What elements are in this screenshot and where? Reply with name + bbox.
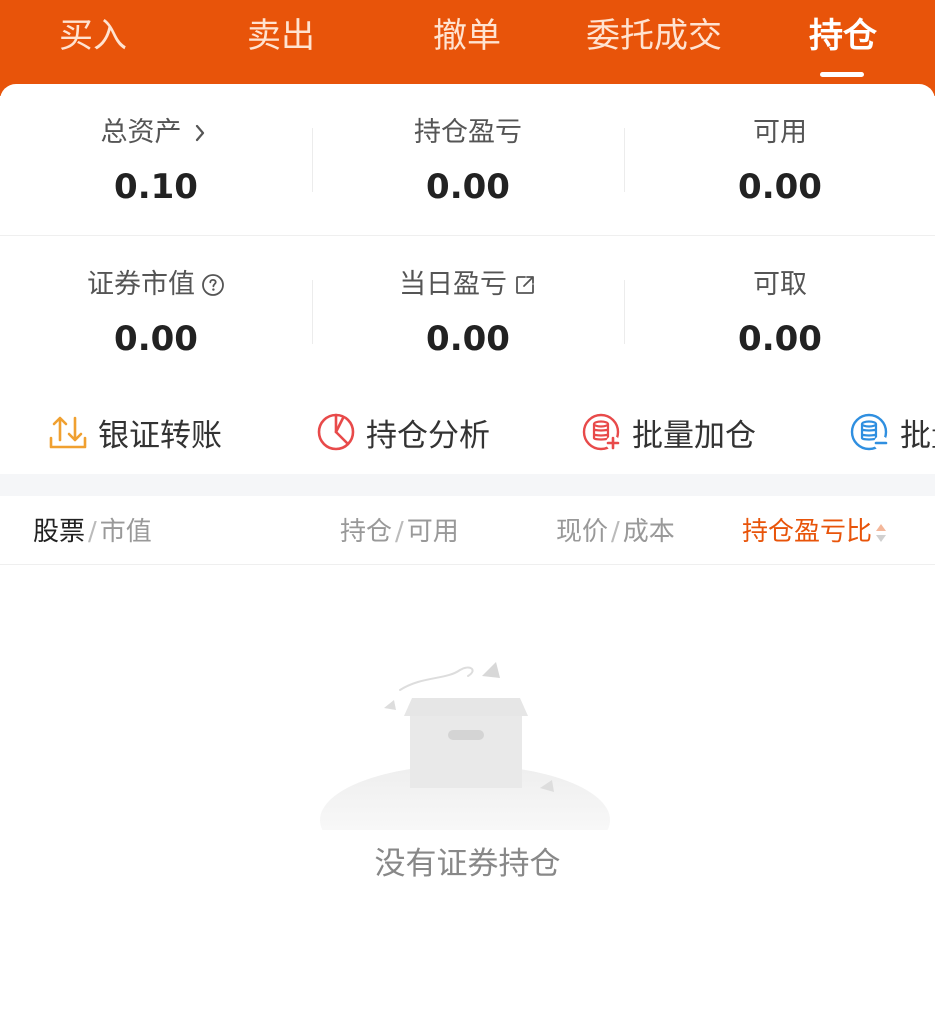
- daily-pnl-value: 0.00: [426, 319, 510, 359]
- tab-cancel-order[interactable]: 撤单: [404, 10, 530, 62]
- table-header-divider: [0, 564, 935, 565]
- total-assets-label: 总资产: [100, 117, 182, 148]
- tab-orders-deals[interactable]: 委托成交: [574, 10, 734, 62]
- row-divider: [0, 235, 935, 236]
- tab-sell[interactable]: 卖出: [218, 10, 344, 62]
- position-analysis-label: 持仓分析: [366, 417, 490, 454]
- batch-reduce-icon: [850, 413, 888, 451]
- position-analysis-button[interactable]: 持仓分析: [316, 410, 490, 454]
- chevron-right-icon: [195, 124, 204, 142]
- col-separator: /: [88, 517, 97, 547]
- position-pnl-label: 持仓盈亏: [414, 117, 522, 148]
- help-circle-icon[interactable]: [201, 273, 225, 297]
- daily-pnl-label: 当日盈亏: [399, 269, 507, 300]
- sort-arrows-icon: [876, 523, 887, 542]
- available-stat: 可用 0.00: [624, 114, 935, 208]
- securities-value-value: 0.00: [114, 319, 198, 359]
- col-stock-label: 股票: [33, 517, 86, 547]
- col-pnl-ratio-sort[interactable]: 持仓盈亏比: [742, 512, 888, 552]
- bank-transfer-button[interactable]: 银证转账: [48, 410, 222, 454]
- col-market-value-label: 市值: [99, 517, 152, 547]
- col-pnl-ratio-label: 持仓盈亏比: [742, 517, 873, 547]
- withdrawable-value: 0.00: [738, 319, 822, 359]
- daily-pnl-label-wrap: 当日盈亏: [399, 266, 537, 304]
- tab-buy[interactable]: 买入: [30, 10, 156, 62]
- col-available-label: 可用: [406, 517, 459, 547]
- daily-pnl-stat: 当日盈亏 0.00: [312, 266, 624, 360]
- available-value: 0.00: [738, 167, 822, 207]
- section-spacer: [0, 474, 935, 496]
- securities-value-label-wrap: 证券市值: [87, 266, 225, 304]
- col-position-label: 持仓: [340, 517, 393, 547]
- withdrawable-stat: 可取 0.00: [624, 266, 935, 360]
- col-price-label: 现价: [556, 517, 609, 547]
- batch-reduce-label: 批量: [900, 417, 935, 454]
- bank-transfer-label: 银证转账: [98, 417, 222, 454]
- total-assets-stat[interactable]: 总资产 0.10: [0, 114, 312, 208]
- top-tab-bar: 买入 卖出 撤单 委托成交 持仓: [0, 0, 935, 96]
- batch-add-icon: [582, 413, 620, 451]
- active-tab-indicator: [820, 72, 864, 77]
- bank-transfer-icon: [49, 416, 87, 449]
- batch-reduce-button[interactable]: 批量: [850, 410, 935, 454]
- col-separator: /: [395, 517, 404, 547]
- position-pnl-stat: 持仓盈亏 0.00: [312, 114, 624, 208]
- pie-chart-icon: [317, 413, 355, 451]
- empty-box-illustration: [320, 662, 610, 830]
- securities-value-label: 证券市值: [87, 269, 195, 300]
- batch-add-button[interactable]: 批量加仓: [582, 410, 756, 454]
- empty-state-message: 没有证券持仓: [374, 846, 561, 882]
- external-link-icon[interactable]: [513, 273, 537, 297]
- total-assets-value: 0.10: [114, 167, 198, 207]
- total-assets-label-wrap: 总资产: [101, 114, 212, 152]
- position-pnl-value: 0.00: [426, 167, 510, 207]
- batch-add-label: 批量加仓: [632, 417, 756, 454]
- available-label: 可用: [753, 117, 807, 148]
- col-price-cost[interactable]: 现价 / 成本: [556, 512, 675, 552]
- securities-value-stat: 证券市值 0.00: [0, 266, 312, 360]
- withdrawable-label: 可取: [753, 269, 807, 300]
- col-cost-label: 成本: [622, 517, 675, 547]
- col-position-available[interactable]: 持仓 / 可用: [340, 512, 459, 552]
- col-separator: /: [611, 517, 620, 547]
- tab-positions[interactable]: 持仓: [780, 10, 906, 62]
- col-stock-market-value[interactable]: 股票 / 市值: [33, 512, 152, 552]
